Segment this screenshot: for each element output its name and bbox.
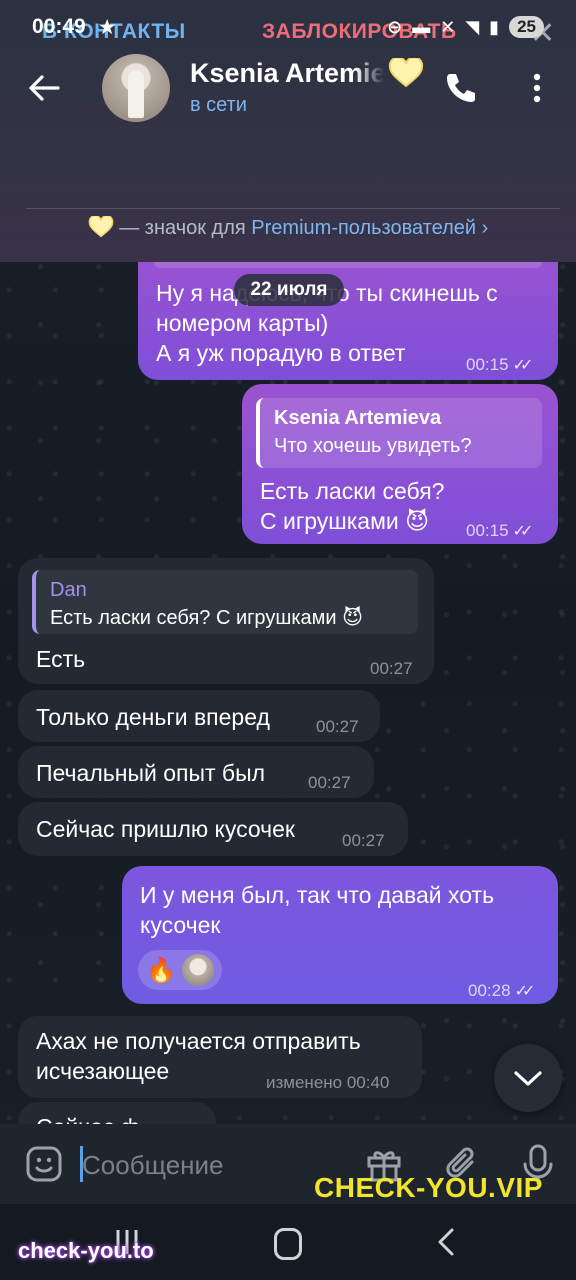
reaction-chip[interactable]: 🔥 xyxy=(138,950,222,990)
message-line: С игрушками 😈 xyxy=(260,508,430,534)
message-bubble-in[interactable]: Сейчас ф xyxy=(18,1102,216,1124)
more-vert-icon[interactable] xyxy=(522,68,552,108)
premium-note[interactable]: — значок для Premium-пользователей › xyxy=(0,215,576,240)
message-line: И у меня был, так что давай хоть xyxy=(140,882,495,908)
time-text: 00:15 xyxy=(466,521,509,540)
message-line: А я уж порадую в ответ xyxy=(156,340,406,366)
message-text: Есть xyxy=(36,646,86,672)
watermark-left: check-you.to xyxy=(18,1238,154,1263)
contact-status: в сети xyxy=(190,94,247,116)
message-text: И у меня был, так что давай хоть кусочек xyxy=(140,880,494,940)
status-time: 00:49 xyxy=(32,15,86,38)
dnd-icon: ⊖ xyxy=(387,16,403,37)
time-text: 00:15 xyxy=(466,355,509,374)
date-chip: 22 июля xyxy=(234,274,344,306)
double-check-icon: ✓✓ xyxy=(514,983,536,1000)
double-check-icon: ✓✓ xyxy=(512,357,534,374)
message-text: Есть ласки себя? С игрушками 😈 xyxy=(260,476,444,536)
message-time: 00:27 xyxy=(308,773,351,792)
reply-author: Ksenia Artemieva xyxy=(274,407,442,429)
message-text: Печальный опыт был xyxy=(36,760,266,786)
reply-quote[interactable]: Ksenia Artemieva Что хочешь увидеть? xyxy=(256,398,542,468)
star-icon: ★ xyxy=(97,15,117,39)
message-time: 00:15 ✓✓ xyxy=(466,350,534,381)
message-time: 00:27 xyxy=(316,717,359,736)
premium-heart-icon[interactable] xyxy=(388,56,424,88)
message-text: Сейчас ф xyxy=(36,1112,140,1124)
message-line: Ахах не получается отправить xyxy=(36,1028,361,1054)
message-bubble-in[interactable]: Сейчас пришлю кусочек 00:27 xyxy=(18,802,408,856)
wifi-icon: ◥ xyxy=(465,16,480,37)
message-time: 00:27 xyxy=(370,659,413,678)
phone-icon[interactable] xyxy=(440,68,480,108)
signal-icon: ▮ xyxy=(489,16,500,37)
message-bubble-in[interactable]: Dan Есть ласки себя? С игрушками 😈 Есть … xyxy=(18,558,434,684)
reply-quote[interactable]: Dan Есть ласки себя? С игрушками 😈 xyxy=(32,570,418,634)
divider xyxy=(26,208,560,209)
message-time: 00:28 ✓✓ xyxy=(468,976,536,1007)
message-text: Только деньги вперед xyxy=(36,704,270,730)
emoji-icon[interactable] xyxy=(24,1144,64,1184)
message-bubble-in[interactable]: Только деньги вперед 00:27 xyxy=(18,690,380,742)
nav-back-icon[interactable] xyxy=(432,1226,462,1258)
message-line: номером карты) xyxy=(156,310,329,336)
premium-note-text: — значок для xyxy=(119,217,252,239)
message-time: 00:27 xyxy=(342,831,385,850)
chat-header: 00:49 ★ ⊖ ▬ ✕ ◥ ▮ 25 Ksenia Artemieva в … xyxy=(0,0,576,262)
reply-text: Что хочешь увидеть? xyxy=(274,435,472,457)
message-bubble-in[interactable]: Печальный опыт был 00:27 xyxy=(18,746,374,798)
status-icons: ⊖ ▬ ✕ ◥ ▮ 25 xyxy=(387,16,544,38)
status-bar: 00:49 ★ ⊖ ▬ ✕ ◥ ▮ 25 xyxy=(0,0,576,54)
mute-icon: ✕ xyxy=(440,16,456,37)
home-icon[interactable] xyxy=(274,1228,302,1260)
message-bubble-in[interactable]: Ахах не получается отправить исчезающее … xyxy=(18,1016,422,1098)
message-input[interactable] xyxy=(82,1146,342,1184)
double-check-icon: ✓✓ xyxy=(512,523,534,540)
message-bubble-out[interactable]: Ksenia Artemieva Что хочешь увидеть? Ест… xyxy=(242,384,558,544)
message-line: кусочек xyxy=(140,912,221,938)
message-text: Сейчас пришлю кусочек xyxy=(36,816,295,842)
premium-link[interactable]: Premium-пользователей › xyxy=(251,217,488,239)
sleep-icon: ▬ xyxy=(412,16,431,37)
contact-name[interactable]: Ksenia Artemieva xyxy=(190,58,384,92)
message-time: изменено 00:40 xyxy=(266,1073,390,1092)
battery-indicator: 25 xyxy=(509,16,544,38)
contact-avatar[interactable] xyxy=(102,54,170,122)
message-line: Есть ласки себя? xyxy=(260,478,445,504)
back-arrow-icon[interactable] xyxy=(24,68,64,108)
premium-heart-icon xyxy=(88,215,114,238)
message-time: 00:15 ✓✓ xyxy=(466,516,534,547)
reactor-avatar xyxy=(181,954,214,986)
watermark-right: CHECK-YOU.VIP xyxy=(314,1172,543,1203)
reply-author: Dan xyxy=(50,579,87,601)
scroll-down-button[interactable] xyxy=(494,1044,562,1112)
reply-text: Есть ласки себя? С игрушками 😈 xyxy=(50,607,363,629)
time-text: 00:28 xyxy=(468,981,511,1000)
fire-reaction: 🔥 xyxy=(146,956,176,984)
chevron-down-icon xyxy=(514,1071,542,1086)
